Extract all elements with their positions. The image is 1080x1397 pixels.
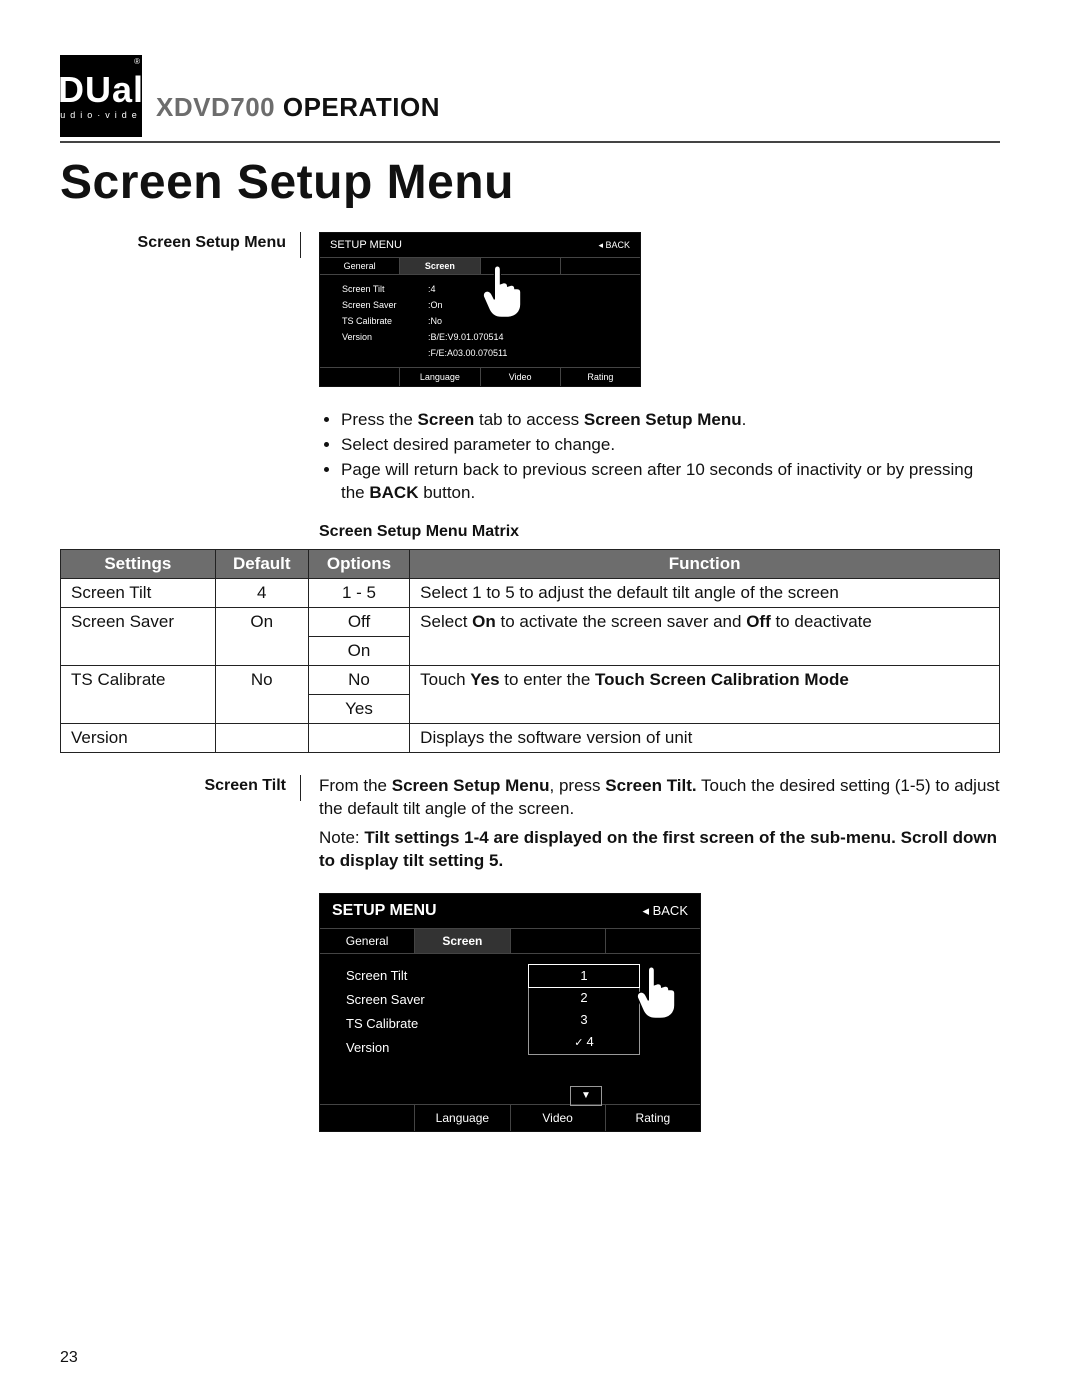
osd-tab: General xyxy=(320,258,400,274)
osd-list-item: Version xyxy=(346,1036,700,1060)
osd-tab xyxy=(320,368,400,386)
page-header: ® DUal audio·video XDVD700 OPERATION xyxy=(60,55,1000,143)
header-word: OPERATION xyxy=(283,92,440,122)
table-row: TS CalibrateNoNoTouch Yes to enter the T… xyxy=(61,665,1000,694)
osd2-title: SETUP MENU xyxy=(332,902,437,920)
page-number: 23 xyxy=(60,1349,78,1367)
instruction-bullets: Press the Screen tab to access Screen Se… xyxy=(319,409,1000,505)
osd-tab xyxy=(606,929,700,953)
osd-tab: Rating xyxy=(606,1105,700,1131)
instruction-bullet: Page will return back to previous screen… xyxy=(341,459,1000,505)
osd-screenshot-1: SETUP MENU ◂ BACK GeneralScreen Screen T… xyxy=(319,232,641,387)
osd2-tabs-top: GeneralScreen xyxy=(320,928,700,954)
registered-mark: ® xyxy=(134,57,140,66)
table-row: Screen Tilt41 - 5Select 1 to 5 to adjust… xyxy=(61,578,1000,607)
osd-tab: Language xyxy=(415,1105,510,1131)
osd-tab: Screen xyxy=(415,929,510,953)
osd-setting-row: :F/E:A03.00.070511 xyxy=(342,345,640,361)
osd-tab: General xyxy=(320,929,415,953)
osd-tab: Video xyxy=(511,1105,606,1131)
table-row: VersionDisplays the software version of … xyxy=(61,723,1000,752)
tilt-paragraph-2: Note: Tilt settings 1-4 are displayed on… xyxy=(319,827,1000,873)
osd1-back: ◂ BACK xyxy=(598,240,630,251)
osd-option: 1 xyxy=(528,964,640,988)
osd-option: 2 xyxy=(529,987,639,1009)
osd1-tabs-bottom: LanguageVideoRating xyxy=(320,367,640,386)
matrix-header-cell: Function xyxy=(410,549,1000,578)
osd-tab: Rating xyxy=(561,368,640,386)
matrix-heading: Screen Setup Menu Matrix xyxy=(319,523,1000,541)
osd-tab: Language xyxy=(400,368,480,386)
osd-setting-row: Version:B/E:V9.01.070514 xyxy=(342,329,640,345)
osd2-tabs-bottom: LanguageVideoRating xyxy=(320,1104,700,1131)
brand-name: DUal xyxy=(58,72,144,108)
table-row: Screen SaverOnOffSelect On to activate t… xyxy=(61,607,1000,636)
matrix-header-cell: Default xyxy=(215,549,308,578)
osd-tab: Screen xyxy=(400,258,480,274)
osd2-scroll-down-icon: ▼ xyxy=(570,1086,602,1106)
matrix-header-cell: Settings xyxy=(61,549,216,578)
osd2-option-panel: 1234 xyxy=(528,964,640,1055)
left-label-setup: Screen Setup Menu xyxy=(60,232,300,258)
osd-tab: Video xyxy=(481,368,561,386)
matrix-header-cell: Options xyxy=(308,549,409,578)
instruction-bullet: Select desired parameter to change. xyxy=(341,434,1000,457)
osd-tab xyxy=(320,1105,415,1131)
instruction-bullet: Press the Screen tab to access Screen Se… xyxy=(341,409,1000,432)
brand-tagline: audio·video xyxy=(50,110,152,120)
osd-screenshot-2: SETUP MENU ◂ BACK GeneralScreen Screen T… xyxy=(319,893,701,1132)
hand-pointer-icon xyxy=(632,962,684,1022)
hand-pointer-icon xyxy=(478,261,530,321)
osd1-title: SETUP MENU xyxy=(330,239,402,251)
left-label-tilt: Screen Tilt xyxy=(60,775,300,801)
header-title: XDVD700 OPERATION xyxy=(156,92,440,123)
brand-logo: ® DUal audio·video xyxy=(60,55,142,137)
settings-matrix-table: SettingsDefaultOptionsFunction Screen Ti… xyxy=(60,549,1000,753)
section-title: Screen Setup Menu xyxy=(60,155,1000,210)
osd-option: 3 xyxy=(529,1009,639,1031)
tilt-paragraph-1: From the Screen Setup Menu, press Screen… xyxy=(319,775,1000,821)
osd-tab xyxy=(511,929,606,953)
model-number: XDVD700 xyxy=(156,92,275,122)
osd2-back: ◂ BACK xyxy=(642,903,688,919)
osd-tab xyxy=(561,258,640,274)
osd-option: 4 xyxy=(529,1031,639,1054)
